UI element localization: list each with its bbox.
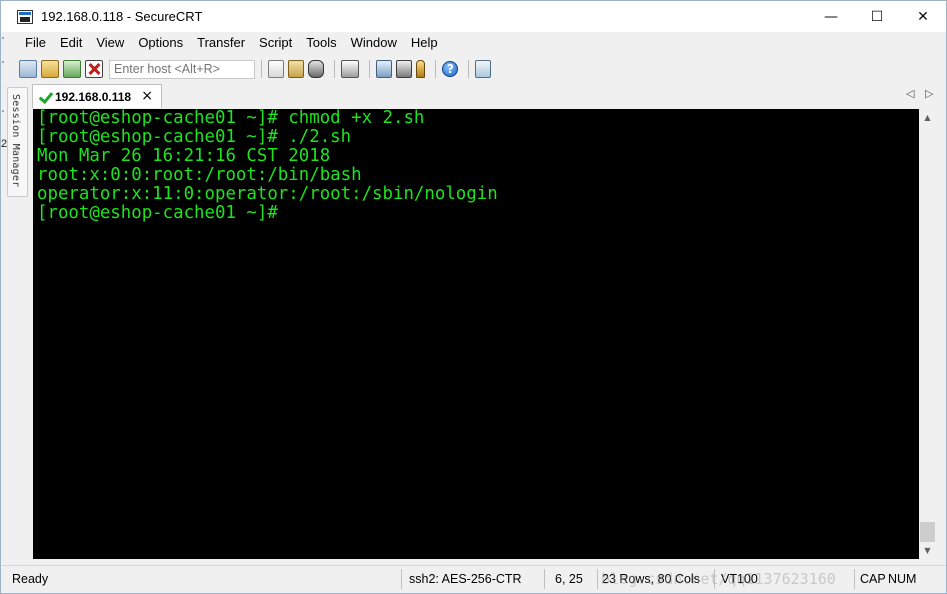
paste-icon[interactable] [288, 60, 304, 78]
window-controls: — ☐ ✕ [808, 1, 946, 32]
status-bar: Ready ssh2: AES-256-CTR 6, 25 23 Rows, 8… [1, 565, 946, 593]
disconnect-icon[interactable] [85, 60, 103, 78]
help-icon[interactable] [442, 61, 458, 77]
scroll-up-icon[interactable]: ▲ [919, 109, 936, 126]
toolbar-separator [261, 60, 262, 78]
securecrt-app-icon[interactable] [17, 9, 33, 24]
tab-scroll-right-icon[interactable]: ▷ [925, 87, 933, 100]
status-terminal-size: 23 Rows, 80 Cols [602, 572, 700, 586]
toolbar-separator [334, 60, 335, 78]
terminal-line: [root@eshop-cache01 ~]# chmod +x 2.sh [37, 109, 425, 128]
gutter-dot [2, 110, 4, 112]
status-separator [854, 569, 855, 589]
terminal-scrollbar[interactable]: ▲ ▼ [919, 109, 936, 559]
menu-transfer[interactable]: Transfer [190, 32, 252, 54]
connect-icon[interactable] [19, 60, 37, 78]
status-separator [401, 569, 402, 589]
maximize-button[interactable]: ☐ [854, 1, 900, 32]
menu-help[interactable]: Help [404, 32, 445, 54]
session-manager-label: Session Manager [10, 94, 21, 188]
menu-window[interactable]: Window [344, 32, 404, 54]
tab-192-168-0-118[interactable]: 192.168.0.118 × [32, 84, 162, 108]
status-caps-lock: CAP [860, 572, 886, 586]
print-icon[interactable] [341, 60, 359, 78]
menu-tools[interactable]: Tools [299, 32, 343, 54]
tab-close-icon[interactable]: × [141, 88, 153, 104]
status-separator [714, 569, 715, 589]
close-button[interactable]: ✕ [900, 1, 946, 32]
find-icon[interactable] [308, 60, 324, 78]
gutter-dot [2, 61, 4, 63]
copy-icon[interactable] [268, 60, 284, 78]
status-ready: Ready [12, 572, 49, 586]
scroll-thumb[interactable] [920, 522, 935, 542]
status-separator [544, 569, 545, 589]
terminal-screen[interactable]: [root@eshop-cache01 ~]# chmod +x 2.sh [r… [33, 109, 919, 559]
menu-script[interactable]: Script [252, 32, 299, 54]
status-cipher: ssh2: AES-256-CTR [409, 572, 522, 586]
enter-host-input[interactable] [109, 59, 255, 79]
status-cursor-position: 6, 25 [555, 572, 583, 586]
toolbar [1, 56, 946, 82]
connected-check-icon [38, 90, 52, 104]
reconnect-icon[interactable] [63, 60, 81, 78]
menu-file[interactable]: File [18, 32, 53, 54]
toolbar-separator [369, 60, 370, 78]
status-terminal-type: VT100 [721, 572, 758, 586]
toolbar-separator [435, 60, 436, 78]
menu-options[interactable]: Options [131, 32, 190, 54]
menu-bar: File Edit View Options Transfer Script T… [1, 32, 946, 54]
session-options-icon[interactable] [376, 60, 392, 78]
status-separator [597, 569, 598, 589]
terminal-line: [root@eshop-cache01 ~]# [37, 203, 278, 223]
keymap-icon[interactable] [416, 60, 425, 78]
session-tab-strip: 192.168.0.118 × ◁ ▷ [30, 83, 945, 108]
status-num-lock: NUM [888, 572, 917, 586]
title-bar[interactable]: 192.168.0.118 - SecureCRT — ☐ ✕ [1, 1, 946, 32]
terminal-line: root:x:0:0:root:/root:/bin/bash [37, 165, 362, 185]
session-manager-tab[interactable]: Session Manager [7, 87, 28, 197]
menu-view[interactable]: View [89, 32, 131, 54]
tab-label: 192.168.0.118 [55, 89, 132, 104]
securecrt-window: 192.168.0.118 - SecureCRT — ☐ ✕ File Edi… [0, 0, 947, 594]
scroll-down-icon[interactable]: ▼ [919, 542, 936, 559]
terminal-line: Mon Mar 26 16:21:16 CST 2018 [37, 146, 331, 166]
script-icon[interactable] [475, 60, 491, 78]
minimize-button[interactable]: — [808, 1, 854, 32]
terminal-line: [root@eshop-cache01 ~]# ./2.sh [37, 127, 352, 147]
menu-edit[interactable]: Edit [53, 32, 89, 54]
terminal-line: operator:x:11:0:operator:/root:/sbin/nol… [37, 184, 498, 204]
gutter-dot [2, 37, 4, 39]
global-options-icon[interactable] [396, 60, 412, 78]
window-title: 192.168.0.118 - SecureCRT [41, 9, 203, 24]
toolbar-separator [468, 60, 469, 78]
quick-connect-icon[interactable] [41, 60, 59, 78]
tab-scroll-left-icon[interactable]: ◁ [906, 87, 914, 100]
